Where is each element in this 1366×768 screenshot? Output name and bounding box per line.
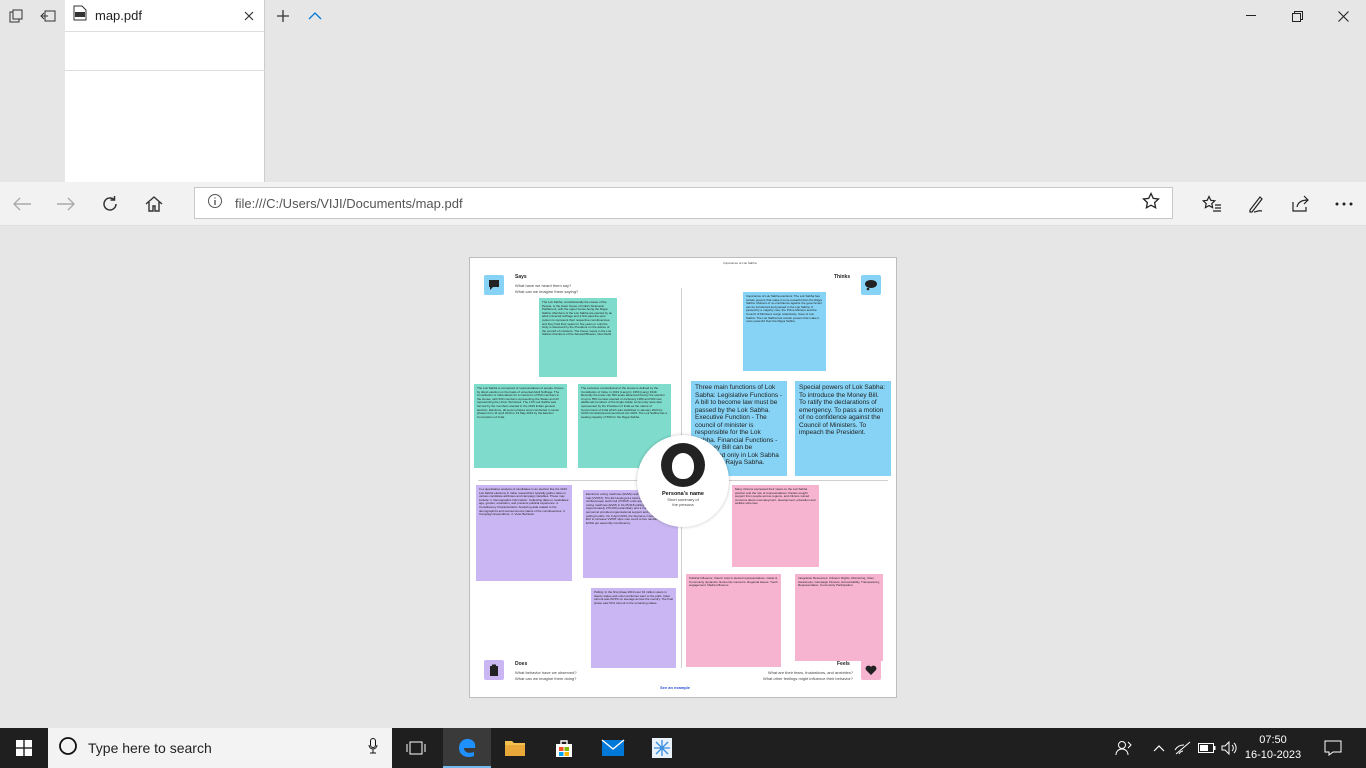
clock-time: 07:50: [1259, 734, 1287, 746]
set-tabs-aside-icon[interactable]: [32, 0, 64, 32]
sticky-note-says-1: The Lok Sabha, constitutionally the Hous…: [539, 298, 617, 377]
task-view-icon[interactable]: [392, 728, 440, 768]
volume-icon[interactable]: [1220, 728, 1240, 768]
microphone-icon[interactable]: [368, 737, 378, 759]
sticky-note-thinks-3: Special powers of Lok Sabha: To introduc…: [795, 381, 891, 476]
chevron-up-icon[interactable]: [1148, 728, 1170, 768]
minimize-icon[interactable]: [1228, 0, 1274, 32]
search-ring-icon: [58, 736, 78, 761]
share-icon[interactable]: [1278, 182, 1322, 226]
says-title: Says: [515, 274, 527, 280]
persona-avatar: [661, 443, 705, 487]
close-tab-icon[interactable]: [234, 1, 264, 31]
says-subtitle-1: What have we heard them say?: [515, 283, 572, 288]
does-subtitle-1: What behavior have we observed?: [515, 670, 577, 675]
address-bar[interactable]: file:///C:/Users/VIJI/Documents/map.pdf: [194, 187, 1173, 219]
speech-bubble-icon: [484, 275, 504, 295]
search-placeholder[interactable]: Type here to search: [88, 740, 368, 756]
tab-preview-divider: [65, 70, 265, 71]
url-text[interactable]: file:///C:/Users/VIJI/Documents/map.pdf: [235, 196, 1142, 211]
page-header-text: Importance of Lok Sabha: [723, 261, 757, 265]
navigation-bar: file:///C:/Users/VIJI/Documents/map.pdf: [0, 182, 1366, 226]
refresh-icon[interactable]: [88, 182, 132, 226]
sticky-note-does-1: In a quantitative analysis of candidates…: [476, 485, 572, 581]
feels-title: Feels: [837, 661, 850, 667]
tab-strip: map.pdf: [0, 0, 1366, 182]
snip-app-icon[interactable]: [638, 728, 686, 768]
tab-actions-icon[interactable]: [0, 0, 32, 32]
does-subtitle-2: What can we imagine them doing?: [515, 676, 577, 681]
forward-arrow-icon[interactable]: [44, 182, 88, 226]
feels-subtitle-1: What are their fears, frustrations, and …: [767, 670, 853, 675]
collapse-previews-icon[interactable]: [299, 0, 331, 32]
heart-icon: [861, 660, 881, 680]
new-tab-icon[interactable]: [267, 0, 299, 32]
battery-icon[interactable]: [1196, 728, 1218, 768]
favorite-star-icon[interactable]: [1142, 191, 1160, 215]
feels-subtitle-2: What other feelings might influence thei…: [762, 676, 853, 681]
pdf-viewer: Importance of Lok Sabha Says What have w…: [0, 227, 1366, 728]
clipboard-icon: [484, 660, 504, 680]
does-title: Does: [515, 661, 528, 667]
clock-date: 16-10-2023: [1244, 749, 1302, 761]
microsoft-store-icon[interactable]: [540, 728, 588, 768]
people-icon[interactable]: [1110, 728, 1138, 768]
info-icon[interactable]: [207, 193, 223, 214]
see-example-link[interactable]: See an example: [660, 685, 690, 690]
tab-title: map.pdf: [95, 8, 142, 23]
restore-icon[interactable]: [1274, 0, 1320, 32]
sticky-note-thinks-1: Importance of Lok Sabha elections: The L…: [743, 292, 826, 371]
back-arrow-icon[interactable]: [0, 182, 44, 226]
thinks-title: Thinks: [834, 274, 851, 280]
system-clock[interactable]: 07:50 16-10-2023: [1238, 728, 1308, 768]
mail-icon[interactable]: [589, 728, 637, 768]
sticky-note-feels-1: Many citizens expressed their views on t…: [732, 485, 819, 567]
close-window-icon[interactable]: [1320, 0, 1366, 32]
favorites-icon[interactable]: [1190, 182, 1234, 226]
pen-notes-icon[interactable]: [1234, 182, 1278, 226]
thought-cloud-icon: [861, 275, 881, 295]
tab-map-pdf[interactable]: map.pdf: [65, 0, 265, 182]
sticky-note-does-3: Polling: In the first phase 2019 over 91…: [591, 588, 676, 668]
sticky-note-feels-2: Political Influence: Voters' trust in el…: [686, 574, 781, 667]
sticky-note-says-2: The Lok Sabha is composed of representat…: [474, 384, 567, 468]
taskbar-search-box[interactable]: Type here to search: [48, 728, 392, 768]
network-wifi-icon[interactable]: [1172, 728, 1194, 768]
edge-browser-icon[interactable]: [443, 728, 491, 768]
notifications-icon[interactable]: [1318, 728, 1348, 768]
home-icon[interactable]: [132, 182, 176, 226]
windows-start-icon[interactable]: [0, 728, 48, 768]
more-menu-icon[interactable]: [1322, 182, 1366, 226]
persona-card: Persona's name Short summary of the pers…: [637, 435, 729, 527]
pdf-page-empathy-map: Importance of Lok Sabha Says What have w…: [469, 257, 897, 698]
persona-summary-2: the persona: [672, 502, 694, 507]
says-subtitle-2: What can we imagine them saying?: [515, 289, 579, 294]
taskbar: Type here to search 07:50 16-10-2023: [0, 728, 1366, 768]
file-explorer-icon[interactable]: [491, 728, 539, 768]
pdf-file-icon: [73, 5, 87, 26]
sticky-note-feels-3: Integration Resources: Citizens' Rights,…: [795, 574, 883, 661]
